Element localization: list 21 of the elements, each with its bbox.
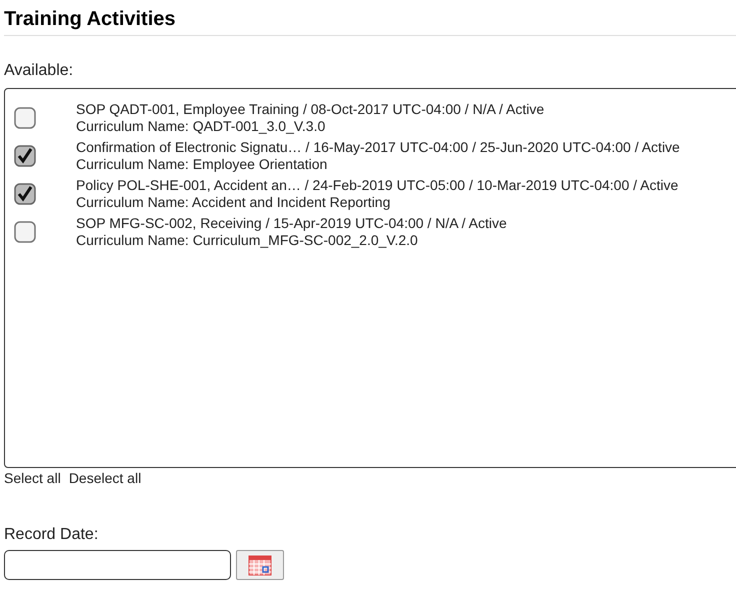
- checkbox[interactable]: [14, 183, 36, 205]
- curriculum-name: Curriculum Name: Employee Orientation: [76, 156, 328, 173]
- page-title: Training Activities: [4, 7, 177, 31]
- curriculum-name: Curriculum Name: Curriculum_MFG-SC-002_2.0_V.2.0: [76, 232, 419, 249]
- curriculum-name: Curriculum Name: Accident and Incident Reporting: [76, 194, 392, 211]
- link[interactable]: Select all: [4, 469, 61, 487]
- activity-title: SOP MFG-SC-002, Receiving / 15-Apr-2019 UTC-04:00 / N/A / Active: [76, 215, 507, 232]
- date-input[interactable]: [4, 550, 231, 580]
- calendar-button[interactable]: [236, 550, 284, 580]
- checkbox[interactable]: [14, 107, 36, 129]
- activity-list[interactable]: [4, 88, 736, 468]
- activity-title: Policy POL-SHE-001, Accident an… / 24-Feb-2019 UTC-05:00 / 10-Mar-2019 UTC-04:00 / Active: [76, 177, 678, 194]
- checkbox[interactable]: [14, 221, 36, 243]
- curriculum-name: Curriculum Name: QADT-001_3.0_V.3.0: [76, 118, 326, 135]
- checkbox[interactable]: [14, 145, 36, 167]
- activity-title: Confirmation of Electronic Signatu… / 16-May-2017 UTC-04:00 / 25-Jun-2020 UTC-04:00 / Active: [76, 139, 680, 156]
- field-label: Record Date:: [4, 525, 100, 545]
- link[interactable]: Deselect all: [68, 469, 142, 487]
- activity-title: SOP QADT-001, Employee Training / 08-Oct-2017 UTC-04:00 / N/A / Active: [76, 101, 544, 118]
- field-label: Available:: [4, 62, 74, 80]
- calendar-icon: [248, 554, 272, 576]
